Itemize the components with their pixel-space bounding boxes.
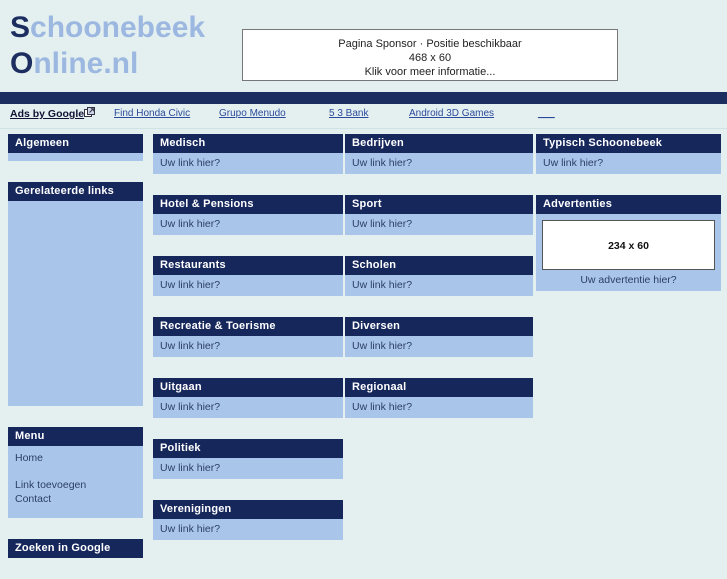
panel-title-diversen[interactable]: Diversen [345, 317, 533, 336]
ads-bar-underline [0, 128, 727, 129]
panel-title-advertenties: Advertenties [536, 195, 721, 214]
panel-body-typisch-schoonebeek: Uw link hier? [536, 153, 721, 174]
panel-title-verenigingen[interactable]: Verenigingen [153, 500, 343, 519]
panel-title-uitgaan[interactable]: Uitgaan [153, 378, 343, 397]
panel-body-verenigingen: Uw link hier? [153, 519, 343, 540]
external-link-icon[interactable] [84, 107, 95, 118]
panel-gerelateerde-links: Gerelateerde links [8, 182, 143, 406]
sponsor-line-1: Pagina Sponsor · Positie beschikbaar [338, 38, 522, 50]
panel-typisch-schoonebeek: Typisch Schoonebeek Uw link hier? [536, 134, 721, 174]
panel-body-gerelateerde-links [8, 201, 143, 406]
panel-body-restaurants: Uw link hier? [153, 275, 343, 296]
link-placeholder-regionaal[interactable]: Uw link hier? [352, 401, 412, 413]
panel-menu: Menu Home Link toevoegen Contact [8, 427, 143, 518]
panel-title-politiek[interactable]: Politiek [153, 439, 343, 458]
sponsor-banner[interactable]: Pagina Sponsor · Positie beschikbaar 468… [242, 29, 618, 81]
panel-body-politiek: Uw link hier? [153, 458, 343, 479]
sponsor-line-3: Klik voor meer informatie... [364, 66, 496, 78]
advert-placeholder[interactable]: 234 x 60 [542, 220, 715, 270]
panel-zoeken-in-google: Zoeken in Google [8, 539, 143, 558]
panel-politiek: Politiek Uw link hier? [153, 439, 343, 479]
link-placeholder-verenigingen[interactable]: Uw link hier? [160, 523, 220, 535]
panel-verenigingen: Verenigingen Uw link hier? [153, 500, 343, 540]
link-placeholder-hotel-pensions[interactable]: Uw link hier? [160, 218, 220, 230]
panel-title-medisch[interactable]: Medisch [153, 134, 343, 153]
link-placeholder-medisch[interactable]: Uw link hier? [160, 157, 220, 169]
panel-regionaal: Regionaal Uw link hier? [345, 378, 533, 418]
link-placeholder-uitgaan[interactable]: Uw link hier? [160, 401, 220, 413]
panel-title-scholen[interactable]: Scholen [345, 256, 533, 275]
right-column: Typisch Schoonebeek Uw link hier? Advert… [536, 134, 721, 312]
panel-title-zoeken-in-google: Zoeken in Google [8, 539, 143, 558]
menu-item-contact[interactable]: Contact [15, 492, 136, 506]
panel-hotel-pensions: Hotel & Pensions Uw link hier? [153, 195, 343, 235]
panel-title-gerelateerde-links[interactable]: Gerelateerde links [8, 182, 143, 201]
panel-body-uitgaan: Uw link hier? [153, 397, 343, 418]
panel-body-hotel-pensions: Uw link hier? [153, 214, 343, 235]
main-content: Algemeen Gerelateerde links Menu Home Li… [0, 134, 727, 558]
panel-diversen: Diversen Uw link hier? [345, 317, 533, 357]
panel-body-bedrijven: Uw link hier? [345, 153, 533, 174]
sponsor-line-2: 468 x 60 [408, 52, 452, 64]
site-logo[interactable]: Schoonebeek Online.nl [10, 10, 205, 82]
link-placeholder-recreatie-toerisme[interactable]: Uw link hier? [160, 340, 220, 352]
panel-body-diversen: Uw link hier? [345, 336, 533, 357]
panel-body-regionaal: Uw link hier? [345, 397, 533, 418]
ad-link-1[interactable]: Find Honda Civic [114, 108, 190, 119]
link-placeholder-politiek[interactable]: Uw link hier? [160, 462, 220, 474]
panel-body-sport: Uw link hier? [345, 214, 533, 235]
navy-divider-bar [0, 92, 727, 104]
panel-sport: Sport Uw link hier? [345, 195, 533, 235]
logo-cap-o: O [10, 47, 34, 80]
panel-recreatie-toerisme: Recreatie & Toerisme Uw link hier? [153, 317, 343, 357]
advert-caption[interactable]: Uw advertentie hier? [542, 270, 715, 287]
panel-scholen: Scholen Uw link hier? [345, 256, 533, 296]
panel-body-algemeen [8, 153, 143, 161]
panel-body-medisch: Uw link hier? [153, 153, 343, 174]
ad-link-3[interactable]: 5 3 Bank [329, 108, 368, 119]
ad-link-5[interactable]: ___ [538, 108, 555, 119]
link-placeholder-diversen[interactable]: Uw link hier? [352, 340, 412, 352]
ads-by-google-label[interactable]: Ads by Google [10, 108, 84, 120]
panel-title-algemeen[interactable]: Algemeen [8, 134, 143, 153]
link-placeholder-sport[interactable]: Uw link hier? [352, 218, 412, 230]
panel-title-sport[interactable]: Sport [345, 195, 533, 214]
left-sidebar: Algemeen Gerelateerde links Menu Home Li… [8, 134, 143, 579]
panel-body-recreatie-toerisme: Uw link hier? [153, 336, 343, 357]
panel-title-typisch-schoonebeek[interactable]: Typisch Schoonebeek [536, 134, 721, 153]
menu-spacer [15, 465, 136, 478]
panel-advertenties: Advertenties 234 x 60 Uw advertentie hie… [536, 195, 721, 291]
panel-restaurants: Restaurants Uw link hier? [153, 256, 343, 296]
menu-item-home[interactable]: Home [15, 451, 136, 465]
panel-medisch: Medisch Uw link hier? [153, 134, 343, 174]
panel-bedrijven: Bedrijven Uw link hier? [345, 134, 533, 174]
panel-body-advertenties: 234 x 60 Uw advertentie hier? [536, 214, 721, 291]
link-placeholder-typisch-schoonebeek[interactable]: Uw link hier? [543, 157, 603, 169]
link-placeholder-scholen[interactable]: Uw link hier? [352, 279, 412, 291]
panel-title-bedrijven[interactable]: Bedrijven [345, 134, 533, 153]
panel-uitgaan: Uitgaan Uw link hier? [153, 378, 343, 418]
panel-title-restaurants[interactable]: Restaurants [153, 256, 343, 275]
page-header: Schoonebeek Online.nl Pagina Sponsor · P… [0, 0, 727, 92]
ad-link-2[interactable]: Grupo Menudo [219, 108, 286, 119]
link-placeholder-restaurants[interactable]: Uw link hier? [160, 279, 220, 291]
category-column-1: Medisch Uw link hier? Hotel & Pensions U… [153, 134, 343, 561]
panel-title-regionaal[interactable]: Regionaal [345, 378, 533, 397]
menu-item-link-toevoegen[interactable]: Link toevoegen [15, 478, 136, 492]
panel-title-hotel-pensions[interactable]: Hotel & Pensions [153, 195, 343, 214]
logo-text-online: nline.nl [33, 47, 139, 80]
ad-link-4[interactable]: Android 3D Games [409, 108, 494, 119]
panel-algemeen: Algemeen [8, 134, 143, 161]
logo-cap-s: S [10, 11, 31, 44]
panel-title-menu: Menu [8, 427, 143, 446]
panel-body-menu: Home Link toevoegen Contact [8, 446, 143, 518]
logo-text-schoonebeek: choonebeek [30, 11, 206, 44]
category-column-2: Bedrijven Uw link hier? Sport Uw link hi… [345, 134, 533, 439]
panel-title-recreatie-toerisme[interactable]: Recreatie & Toerisme [153, 317, 343, 336]
link-placeholder-bedrijven[interactable]: Uw link hier? [352, 157, 412, 169]
google-ads-bar: Ads by Google Find Honda Civic Grupo Men… [0, 104, 727, 124]
panel-body-scholen: Uw link hier? [345, 275, 533, 296]
